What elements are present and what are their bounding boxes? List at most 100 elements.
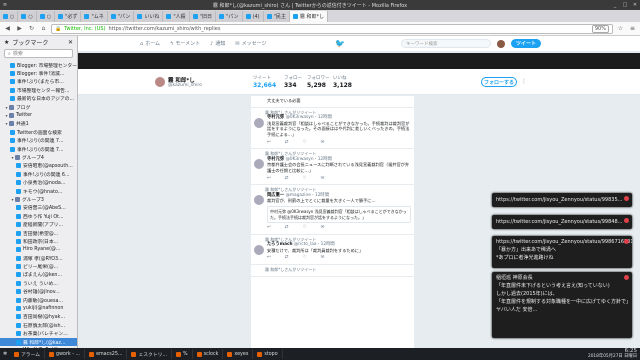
sidebar-search-input[interactable]: ⌕ 検索 (4, 49, 73, 58)
reply-icon[interactable]: ↩ (267, 140, 271, 146)
twitter-search-input[interactable]: キーワード検索 (401, 39, 491, 48)
taskbar-item[interactable]: gwork - ... (45, 349, 86, 359)
tweet-author-name[interactable]: 寺村元弥 (267, 157, 284, 162)
bookmark-item[interactable]: ぽまえん(@ken... (0, 271, 77, 279)
stat-following[interactable]: フォロー 334 (284, 75, 302, 89)
quoted-tweet[interactable]: 中村元弥 @0K3rwasyn 浅見宣義裁判官「相談はしゃべることができなかった… (267, 205, 411, 224)
window-menu-icon[interactable]: ≡ (0, 2, 10, 8)
sidebar-title[interactable]: ブックマーク (12, 38, 48, 47)
tweet-time[interactable]: 12時間 (318, 115, 332, 120)
tweet[interactable]: 大丈夫でいる必要 (251, 96, 414, 108)
bookmark-item[interactable]: 安倍晋三(@AbeS... (0, 204, 77, 212)
stat-tweets[interactable]: ツイート 32,664 (253, 75, 276, 89)
bookmark-item[interactable]: 内藤敏(@ouesa... (0, 296, 77, 304)
close-window-icon[interactable]: ✕ (630, 2, 640, 8)
taskbar-item[interactable]: xeyes (223, 349, 254, 359)
tweet-avatar[interactable] (254, 244, 264, 255)
bookmark-folder[interactable]: ▾ グループ4 (0, 153, 77, 161)
close-note-icon[interactable] (624, 275, 629, 280)
bookmark-item[interactable]: yukiji(@nafinnon (0, 304, 77, 312)
retweet-icon[interactable]: ⇄ (285, 255, 289, 261)
close-note-icon[interactable] (624, 196, 629, 201)
bookmark-item[interactable]: 事件!ぶり(またら市... (0, 78, 77, 86)
back-icon[interactable]: ◀ (3, 24, 12, 33)
zoom-level[interactable]: 90% (591, 24, 609, 33)
bookmark-item[interactable]: 吉田健(希望@... (0, 229, 77, 237)
browser-tab[interactable]: "旧日 (189, 11, 216, 22)
more-options-icon[interactable]: ⋮ (521, 78, 527, 85)
browser-tab[interactable]: ○ (18, 11, 37, 22)
minimize-icon[interactable]: _ (610, 2, 620, 8)
tweet[interactable]: 霧 和郎*しさんがリツイート 寺村元弥 @0K3rwasyn · 12時間 京都弁護… (251, 149, 414, 186)
bookmark-item[interactable]: 産経新聞(アプリ... (0, 220, 77, 228)
tweet[interactable]: 霧 和郎*しさんがリツイート たろうmach @ricto_laa · 12時間安… (251, 235, 414, 266)
dm-icon[interactable]: ✉ (321, 176, 325, 182)
tweet[interactable]: 霧 和郎*しさんがリツイート 岡広重一 @magazine · 12時間 裁判官が、… (251, 185, 414, 235)
follow-button[interactable]: フォローする (481, 77, 517, 87)
bookmark-item[interactable]: お茶菓(バレチャン... (0, 330, 77, 338)
bookmark-item[interactable]: Blogger: 事件!消滅... (0, 69, 77, 77)
bookmark-item[interactable]: 事件!ぶり(の関連 7... (0, 145, 77, 153)
browser-tab[interactable]: "パン (215, 11, 243, 22)
browser-tab[interactable]: "必ず (55, 11, 82, 22)
tweet-time[interactable]: 12時間 (321, 242, 335, 247)
bookmark-folder[interactable]: ▾ グループ3 (0, 195, 77, 203)
bookmark-item[interactable]: 石原慎太郎(@ish... (0, 321, 77, 329)
profile-avatar[interactable] (154, 76, 166, 88)
tweet[interactable]: 霧 和郎*しさんがリツイート 寺村元弥 @0K3rwasyn · 12時間 浅見宣義… (251, 108, 414, 150)
dm-icon[interactable]: ✉ (321, 140, 325, 146)
note-window-3[interactable]: https://twitter.com/jisyou_Zennyou/statu… (492, 236, 632, 268)
reply-icon[interactable]: ↩ (267, 255, 271, 261)
browser-tab[interactable]: いいね (134, 11, 164, 22)
reply-icon[interactable]: ↩ (267, 176, 271, 182)
tweet-time[interactable]: 12時間 (318, 157, 332, 162)
bookmark-item[interactable]: Blogger: 市場整理センター (0, 61, 77, 69)
like-icon[interactable]: ♡ (303, 140, 307, 146)
home-icon[interactable]: ⌂ (39, 24, 48, 33)
taskbar-item[interactable]: ェスクトリ... (127, 349, 173, 359)
maximize-icon[interactable]: □ (620, 2, 630, 8)
like-icon[interactable]: ♡ (303, 176, 307, 182)
retweet-icon[interactable]: ⇄ (285, 140, 289, 146)
taskbar-item[interactable]: emacs25... (85, 349, 128, 359)
url-bar[interactable]: 🔒 Twitter, Inc. (US) https://twitter.com… (51, 23, 613, 34)
close-note-icon[interactable] (624, 239, 629, 244)
start-menu-icon[interactable]: ✲ (0, 352, 10, 357)
bookmark-item[interactable]: 事件!ぶり(の関連 7... (0, 137, 77, 145)
dm-icon[interactable]: ✉ (321, 255, 325, 261)
retweet-icon[interactable]: ⇄ (285, 225, 289, 231)
bookmark-item[interactable]: Twitterの画面な検索 (0, 128, 77, 136)
note-window-1[interactable]: https://twitter.com/jisyou_Zennyou/statu… (492, 193, 632, 207)
browser-tab[interactable]: 霧 和郎*し (289, 11, 329, 22)
bookmark-item[interactable]: 霧 和郎*し(@kaz... (0, 337, 77, 347)
browser-tab[interactable]: "パン (107, 11, 135, 22)
bookmark-item[interactable]: 西ゆう作 Yuji Ot... (0, 212, 77, 220)
bookmark-item[interactable]: ういえ ういめ... (0, 279, 77, 287)
menu-icon[interactable]: ≡ (628, 24, 637, 33)
tweet-time[interactable]: 12時間 (315, 193, 329, 198)
bookmark-star-icon[interactable]: ☆ (616, 24, 625, 33)
tweet-avatar[interactable] (254, 195, 264, 206)
bookmark-item[interactable]: ビリー尾栄(@... (0, 262, 77, 270)
tweet[interactable]: 霧 和郎*しさんがリツイート (251, 265, 414, 277)
tweet-button[interactable]: ツイート (511, 39, 541, 48)
browser-tab[interactable]: "ムネ (81, 11, 108, 22)
reply-icon[interactable]: ↩ (267, 225, 271, 231)
tweet-author-name[interactable]: 岡広重一 (267, 193, 284, 198)
close-note-icon[interactable] (624, 218, 629, 223)
taskbar-item[interactable]: アラーム (10, 349, 46, 359)
browser-tab[interactable]: ○ (36, 11, 56, 22)
tweet-avatar[interactable] (254, 117, 264, 128)
bookmark-item[interactable]: 浦塚 孝(@RYO3... (0, 254, 77, 262)
url-address[interactable]: https://twitter.com/kazumi_shiro/with_re… (108, 26, 220, 32)
bookmark-item[interactable]: 谷村雄(@jlnov... (0, 288, 77, 296)
account-avatar[interactable] (497, 39, 505, 48)
close-sidebar-icon[interactable]: ✕ (68, 39, 73, 46)
lock-icon[interactable]: 🔒 (55, 26, 61, 32)
bookmark-item[interactable]: 百田尚樹(@hyak... (0, 313, 77, 321)
twitter-bird-icon[interactable]: 🐦 (335, 39, 345, 48)
bookmark-item[interactable]: 事件!ぶり(の関連 6... (0, 170, 77, 178)
bookmark-item[interactable]: 市場整理センター報告... (0, 86, 77, 94)
nav-notifications[interactable]: ♪ 通知 (210, 40, 225, 48)
bookmark-item[interactable]: 小泉秀治(@noda... (0, 178, 77, 186)
